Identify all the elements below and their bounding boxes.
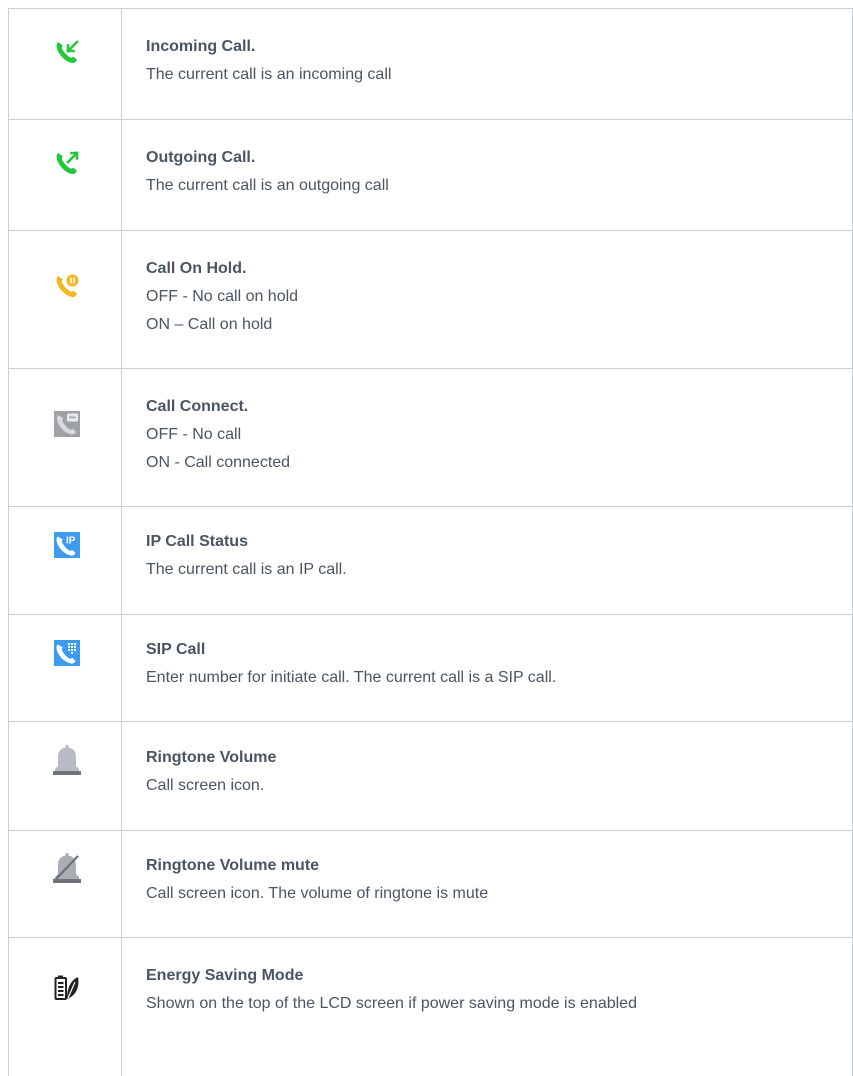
row-description: ON – Call on hold <box>146 316 273 333</box>
row-description: The current call is an incoming call <box>146 66 392 83</box>
row-description: Call screen icon. The volume of ringtone… <box>146 885 489 902</box>
row-title: Incoming Call. <box>146 38 256 55</box>
row-description: OFF - No call on hold <box>146 288 299 305</box>
table-row: SIP Call Enter number for initiate call.… <box>9 615 852 722</box>
table-row: Call Connect. OFF - No call ON - Call co… <box>9 369 852 507</box>
row-description: Call screen icon. <box>146 777 265 794</box>
row-title: Outgoing Call. <box>146 149 256 166</box>
table-row: Ringtone Volume Call screen icon. <box>9 722 852 831</box>
row-title: Ringtone Volume mute <box>146 857 320 874</box>
row-title: IP Call Status <box>146 533 248 550</box>
table-row: Incoming Call. The current call is an in… <box>9 9 852 120</box>
row-title: Energy Saving Mode <box>146 967 304 984</box>
icon-table: Incoming Call. The current call is an in… <box>8 8 853 1076</box>
incoming-call-icon <box>52 37 82 67</box>
table-row: Outgoing Call. The current call is an ou… <box>9 120 852 231</box>
row-description: ON - Call connected <box>146 454 291 471</box>
ringtone-mute-icon <box>52 853 82 883</box>
ip-call-status-icon: IP <box>52 530 82 560</box>
outgoing-call-icon <box>52 148 82 178</box>
row-description: The current call is an outgoing call <box>146 177 389 194</box>
table-row: Energy Saving Mode Shown on the top of t… <box>9 938 852 1076</box>
row-title: Call On Hold. <box>146 260 247 277</box>
row-title: SIP Call <box>146 641 206 658</box>
energy-saving-icon <box>52 973 82 1003</box>
row-title: Ringtone Volume <box>146 749 277 766</box>
table-row: Call On Hold. OFF - No call on hold ON –… <box>9 231 852 369</box>
row-description: The current call is an IP call. <box>146 561 347 578</box>
svg-text:IP: IP <box>66 536 76 547</box>
ringtone-volume-icon <box>52 745 82 775</box>
row-title: Call Connect. <box>146 398 249 415</box>
table-row: Ringtone Volume mute Call screen icon. T… <box>9 831 852 938</box>
row-description: Enter number for initiate call. The curr… <box>146 669 557 686</box>
row-description: Shown on the top of the LCD screen if po… <box>146 995 637 1012</box>
call-on-hold-icon <box>52 271 82 301</box>
row-description: OFF - No call <box>146 426 242 443</box>
sip-call-icon <box>52 638 82 668</box>
call-connect-icon <box>52 409 82 439</box>
table-row: IP IP Call Status The current call is an… <box>9 507 852 615</box>
